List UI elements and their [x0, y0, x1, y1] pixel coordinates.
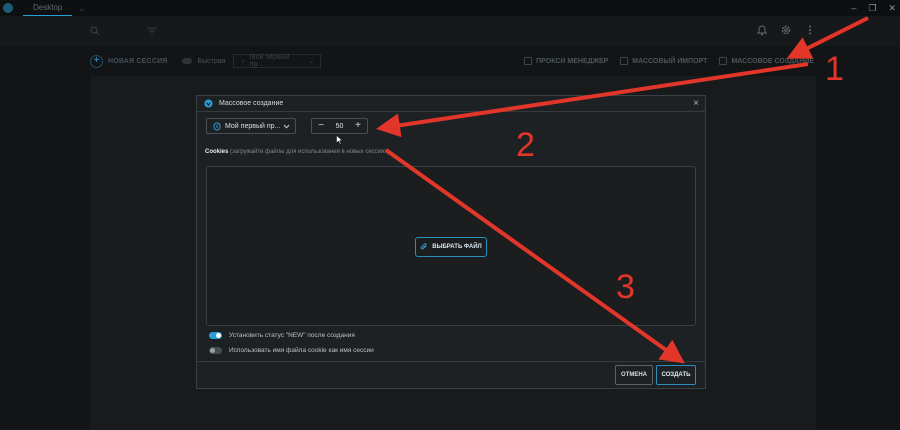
title-bar: Desktop ⌄ – ❐ ✕	[0, 0, 900, 16]
fingerprint-icon	[213, 121, 221, 131]
mass-create-label: МАССОВОЕ СОЗДАНИЕ	[731, 57, 814, 65]
increment-button[interactable]: +	[353, 121, 363, 131]
proxy-icon	[524, 57, 533, 65]
status-new-toggle[interactable]	[209, 332, 222, 339]
mass-create-dialog: Массовое создание × Мой первый пр... − 5…	[196, 95, 706, 389]
profile-select-label: Мой первый пр...	[249, 54, 290, 68]
minimize-button[interactable]: –	[851, 3, 856, 13]
choose-file-label: ВЫБРАТЬ ФАЙЛ	[432, 244, 482, 250]
cookie-filename-label: Использовать имя файла cookie как имя се…	[229, 347, 374, 354]
quantity-stepper: − 50 +	[311, 118, 368, 134]
mass-import-label: МАССОВЫЙ ИМПОРТ	[632, 57, 708, 65]
toggle-knob	[216, 333, 221, 338]
quick-toggle[interactable]: Быстрая	[181, 57, 226, 65]
tab-desktop[interactable]: Desktop	[23, 0, 73, 16]
main-toolbar: + НОВАЯ СЕССИЯ Быстрая ♁ Мой первый пр..…	[0, 46, 900, 76]
plus-circle-icon: +	[90, 54, 103, 68]
search-input[interactable]	[90, 21, 310, 41]
chevron-down-icon: ⌄	[308, 58, 315, 65]
option-cookie-filename: Использовать имя файла cookie как имя се…	[209, 347, 374, 354]
search-icon	[90, 26, 100, 36]
option-set-status-new: Установить статус "NEW" после создания	[209, 332, 355, 339]
mass-create-link[interactable]: МАССОВОЕ СОЗДАНИЕ	[719, 57, 814, 65]
app-logo-icon	[3, 3, 13, 13]
chevron-down-icon[interactable]: ⌄	[78, 4, 85, 13]
decrement-button[interactable]: −	[316, 121, 326, 131]
cookies-title: Cookies	[205, 149, 229, 155]
mass-create-icon	[719, 57, 728, 65]
proxy-manager-link[interactable]: ПРОКСИ МЕНЕДЖЕР	[524, 57, 608, 65]
filter-icon[interactable]	[146, 26, 158, 36]
create-button[interactable]: СОЗДАТЬ	[656, 365, 696, 385]
mouse-cursor-icon	[336, 135, 343, 145]
quantity-value[interactable]: 50	[336, 123, 344, 130]
proxy-manager-label: ПРОКСИ МЕНЕДЖЕР	[536, 57, 609, 65]
cookies-hint: (загружайте файлы для использования в но…	[230, 149, 390, 155]
step-number-3: 3	[616, 268, 635, 306]
cookies-section-label: Cookies (загружайте файлы для использова…	[205, 149, 389, 155]
tab-label: Desktop	[33, 3, 63, 12]
window-controls: – ❐ ✕	[851, 0, 896, 16]
bell-icon[interactable]	[756, 24, 768, 36]
new-session-button[interactable]: + НОВАЯ СЕССИЯ	[90, 54, 168, 68]
close-window-button[interactable]: ✕	[888, 3, 896, 14]
new-session-label: НОВАЯ СЕССИЯ	[108, 57, 168, 65]
maximize-button[interactable]: ❐	[868, 3, 876, 14]
header-icons	[756, 24, 816, 36]
dialog-footer-divider	[197, 361, 705, 362]
quick-label: Быстрая	[197, 57, 226, 65]
close-dialog-button[interactable]: ×	[693, 99, 699, 109]
choose-file-button[interactable]: ВЫБРАТЬ ФАЙЛ	[415, 237, 487, 257]
app-logo-icon	[204, 99, 213, 108]
search-bar	[0, 16, 900, 46]
cancel-button[interactable]: ОТМЕНА	[615, 365, 653, 385]
import-icon	[620, 57, 629, 65]
dialog-header: Массовое создание ×	[197, 96, 705, 112]
cookie-filename-toggle[interactable]	[209, 347, 222, 354]
toggle-switch-icon	[181, 58, 192, 64]
chevron-down-icon	[283, 124, 290, 129]
status-new-label: Установить статус "NEW" после создания	[229, 332, 355, 339]
step-number-2: 2	[516, 126, 535, 164]
profile-dropdown[interactable]: Мой первый пр...	[206, 118, 296, 134]
mass-import-link[interactable]: МАССОВЫЙ ИМПОРТ	[620, 57, 707, 65]
dialog-title: Массовое создание	[219, 100, 284, 107]
toggle-knob	[210, 348, 215, 353]
more-vertical-icon[interactable]	[804, 24, 816, 36]
gear-icon[interactable]	[780, 24, 792, 36]
profile-dropdown-label: Мой первый пр...	[225, 122, 281, 130]
paperclip-icon	[420, 243, 427, 250]
toolbar-links: ПРОКСИ МЕНЕДЖЕР МАССОВЫЙ ИМПОРТ МАССОВОЕ…	[524, 57, 814, 65]
step-number-1: 1	[825, 50, 844, 88]
profile-icon: ♁	[240, 57, 246, 65]
profile-select[interactable]: ♁ Мой первый пр... ⌄	[233, 54, 322, 68]
